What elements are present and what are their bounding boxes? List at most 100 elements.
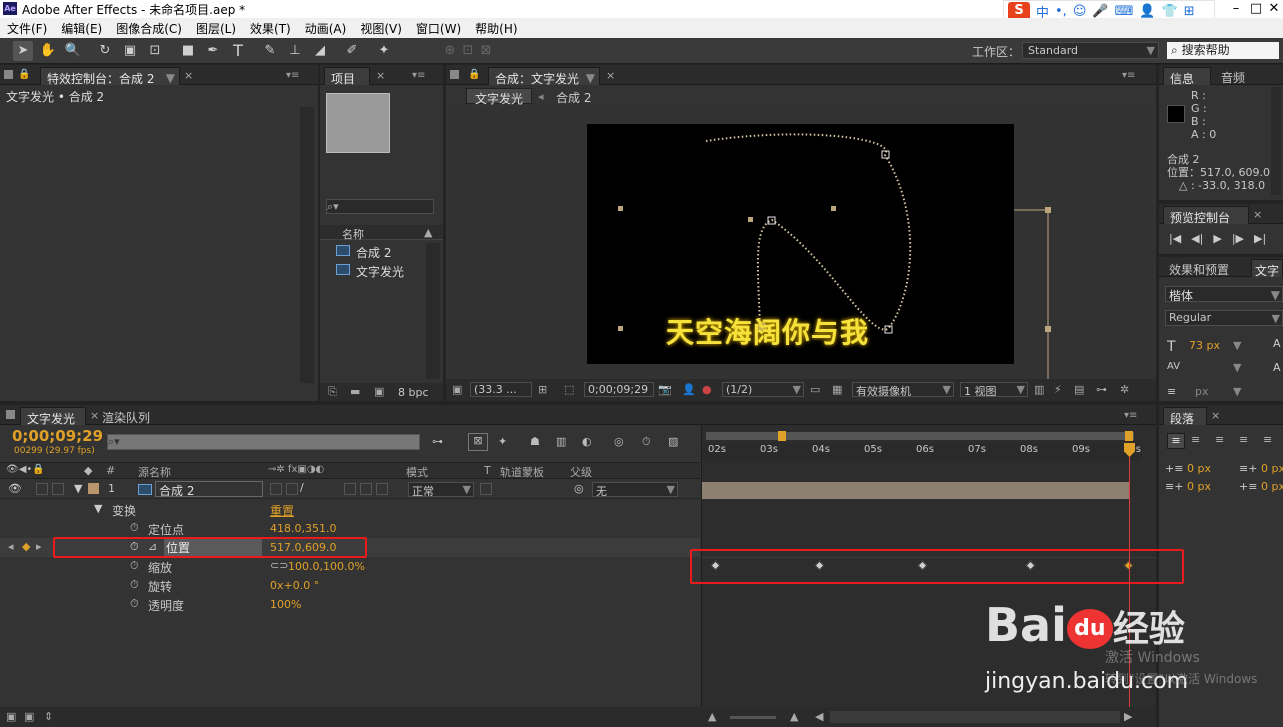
property-row[interactable]: ⏱ 透明度 100% bbox=[0, 595, 700, 614]
property-value[interactable]: 0x+0.0 ° bbox=[270, 579, 319, 592]
chevron-down-icon[interactable]: ▼ bbox=[166, 71, 175, 85]
menu-help[interactable]: 帮助(H) bbox=[468, 20, 524, 37]
space-after-value[interactable]: 0 px bbox=[1261, 480, 1283, 493]
stopwatch-icon[interactable]: ⏱ bbox=[130, 521, 139, 535]
property-row-position[interactable]: ◂ ◆ ▸ ⏱ ⊿ 位置 517.0,609.0 bbox=[0, 537, 700, 558]
tab-render-queue[interactable]: 渲染队列 bbox=[96, 407, 162, 425]
scroll-right-icon[interactable]: ▶ bbox=[1124, 710, 1132, 723]
layer-duration-bar[interactable] bbox=[702, 482, 1130, 499]
interpret-footage-icon[interactable]: ⎘ bbox=[328, 385, 337, 399]
quality-icon[interactable]: / bbox=[300, 481, 304, 494]
layer-handle[interactable] bbox=[618, 326, 623, 331]
collapse-switch[interactable] bbox=[286, 483, 298, 495]
workspace-select[interactable]: Standard ▼ bbox=[1022, 42, 1159, 59]
fast-previews-icon[interactable]: ⚡ bbox=[1054, 383, 1062, 396]
ime-skin-icon[interactable]: 👕 bbox=[1162, 4, 1178, 19]
layer-row[interactable]: 👁 ▼ 1 合成 2 / 正常 ▼ ◎ 无 ▼ bbox=[0, 480, 700, 499]
bit-depth-label[interactable]: 8 bpc bbox=[398, 386, 429, 399]
indent-right-value[interactable]: 0 px bbox=[1261, 462, 1283, 475]
brush-tool-icon[interactable]: ✎ bbox=[260, 41, 280, 61]
project-column-header[interactable]: 名称 ▲ bbox=[320, 225, 443, 241]
toggle-switches-icon[interactable]: ▣ bbox=[6, 710, 16, 723]
toggle-in-out-icon[interactable]: ⇕ bbox=[44, 710, 53, 723]
property-row[interactable]: ⏱ 缩放 ⊂⊃ 100.0,100.0% bbox=[0, 557, 700, 576]
project-search-input[interactable]: ⌕▾ bbox=[326, 199, 434, 214]
menu-window[interactable]: 窗口(W) bbox=[409, 20, 468, 37]
flowchart-icon[interactable]: ⊶ bbox=[1096, 383, 1107, 396]
ime-emoji-icon[interactable]: ☺ bbox=[1073, 4, 1087, 19]
panel-menu-icon[interactable]: ▾≡ bbox=[286, 70, 299, 81]
axis-world-icon[interactable]: ⊡ bbox=[458, 41, 478, 61]
chevron-down-icon[interactable]: ▼ bbox=[1233, 339, 1241, 352]
justify-center-icon[interactable]: ≡ bbox=[1263, 433, 1272, 446]
first-frame-icon[interactable]: |◀ bbox=[1169, 232, 1181, 245]
stopwatch-icon[interactable]: ⏱ bbox=[130, 578, 139, 592]
comp-mini-flowchart-icon[interactable]: ⊶ bbox=[432, 435, 443, 448]
always-preview-icon[interactable]: ▣ bbox=[452, 383, 462, 396]
property-value[interactable]: 418.0,351.0 bbox=[270, 522, 336, 535]
solo-checkbox[interactable] bbox=[36, 483, 48, 495]
draft-3d-icon[interactable]: ✦ bbox=[498, 435, 507, 448]
ime-punct[interactable]: •, bbox=[1055, 4, 1067, 19]
shy-switch[interactable] bbox=[270, 483, 282, 495]
panel-menu-icon[interactable]: ▾≡ bbox=[1124, 410, 1137, 421]
live-update-icon[interactable]: ⊠ bbox=[468, 433, 488, 451]
rotate-tool-icon[interactable]: ↻ bbox=[95, 41, 115, 61]
comp-breadcrumb-active[interactable]: 文字发光 bbox=[466, 88, 533, 106]
exposure-icon[interactable]: ✲ bbox=[1120, 383, 1129, 396]
menu-effect[interactable]: 效果(T) bbox=[243, 20, 298, 37]
ime-keyboard-icon[interactable]: ⌨ bbox=[1115, 4, 1134, 19]
puppet-pin-tool-icon[interactable]: ✦ bbox=[374, 41, 394, 61]
prev-frame-icon[interactable]: ◀| bbox=[1191, 232, 1203, 245]
tab-character[interactable]: 文字 bbox=[1251, 259, 1283, 278]
clone-stamp-tool-icon[interactable]: ⊥ bbox=[285, 41, 305, 61]
auto-keyframe-icon[interactable]: ⏱ bbox=[642, 435, 651, 449]
grid-icon[interactable]: ⊞ bbox=[538, 383, 547, 396]
comp-viewer[interactable]: 天空海阔你与我 bbox=[448, 107, 1154, 379]
close-icon[interactable]: ✕ bbox=[1264, 0, 1283, 18]
font-family-select[interactable]: 楷体 ▼ bbox=[1165, 286, 1283, 302]
stopwatch-icon[interactable]: ⏱ bbox=[130, 559, 139, 573]
ime-menu-icon[interactable]: ⊞ bbox=[1184, 4, 1195, 19]
info-scrollbar[interactable] bbox=[1271, 87, 1281, 195]
menu-file[interactable]: 文件(F) bbox=[0, 20, 54, 37]
tab-composition[interactable]: 合成：文字发光 ▼ bbox=[488, 67, 600, 86]
tab-audio[interactable]: 音频 bbox=[1215, 67, 1263, 85]
constrain-proportions-icon[interactable]: ⊂⊃ bbox=[270, 559, 288, 572]
font-style-select[interactable]: Regular ▼ bbox=[1165, 310, 1283, 326]
work-area-start-handle[interactable] bbox=[778, 431, 786, 441]
pen-tool-icon[interactable]: ✒ bbox=[203, 41, 223, 61]
tab-preview[interactable]: 预览控制台 bbox=[1163, 206, 1249, 225]
column-trkmat[interactable]: 轨道蒙板 bbox=[500, 464, 544, 480]
minimize-icon[interactable]: – bbox=[1226, 0, 1246, 18]
zoom-tool-icon[interactable]: 🔍 bbox=[63, 41, 83, 61]
next-frame-icon[interactable]: |▶ bbox=[1232, 232, 1244, 245]
project-scrollbar[interactable] bbox=[426, 243, 440, 379]
axis-local-icon[interactable]: ⊕ bbox=[440, 41, 460, 61]
column-parent[interactable]: 父级 bbox=[570, 464, 592, 480]
align-center-icon[interactable]: ≡ bbox=[1191, 433, 1200, 446]
color-channels-icon[interactable]: ● bbox=[702, 383, 712, 396]
tab-project[interactable]: 项目 bbox=[324, 67, 370, 86]
lock-icon[interactable]: 🔒 bbox=[18, 69, 30, 80]
parent-select[interactable]: 无 ▼ bbox=[592, 482, 678, 497]
tab-paragraph[interactable]: 段落 bbox=[1163, 407, 1207, 426]
property-value[interactable]: 100% bbox=[270, 598, 301, 611]
property-row[interactable]: ⏱ 定位点 418.0,351.0 bbox=[0, 519, 700, 538]
preserve-transparency-switch[interactable] bbox=[480, 483, 492, 495]
transform-reset[interactable]: 重置 bbox=[270, 502, 294, 519]
time-ruler[interactable]: 02s 03s 04s 05s 06s 07s 08s 09s 10s bbox=[702, 443, 1142, 461]
rectangle-tool-icon[interactable]: ■ bbox=[178, 41, 198, 61]
mask-visibility-icon[interactable]: ⬚ bbox=[564, 383, 574, 396]
list-item[interactable]: 合成 2 bbox=[320, 242, 425, 260]
brainstorm-icon[interactable]: ◎ bbox=[614, 435, 624, 448]
close-tab-icon[interactable]: × bbox=[1253, 208, 1262, 221]
3d-layer-switch[interactable] bbox=[376, 483, 388, 495]
layer-handle[interactable] bbox=[1045, 207, 1051, 213]
ime-user-icon[interactable]: 👤 bbox=[1139, 4, 1155, 19]
menu-animation[interactable]: 动画(A) bbox=[298, 20, 354, 37]
justify-left-icon[interactable]: ≡ bbox=[1239, 433, 1248, 446]
views-select[interactable]: 1 视图 ▼ bbox=[960, 382, 1028, 397]
font-size-value[interactable]: 73 px bbox=[1189, 339, 1220, 352]
tab-effect-controls[interactable]: 特效控制台：合成 2 ▼ bbox=[40, 67, 180, 86]
